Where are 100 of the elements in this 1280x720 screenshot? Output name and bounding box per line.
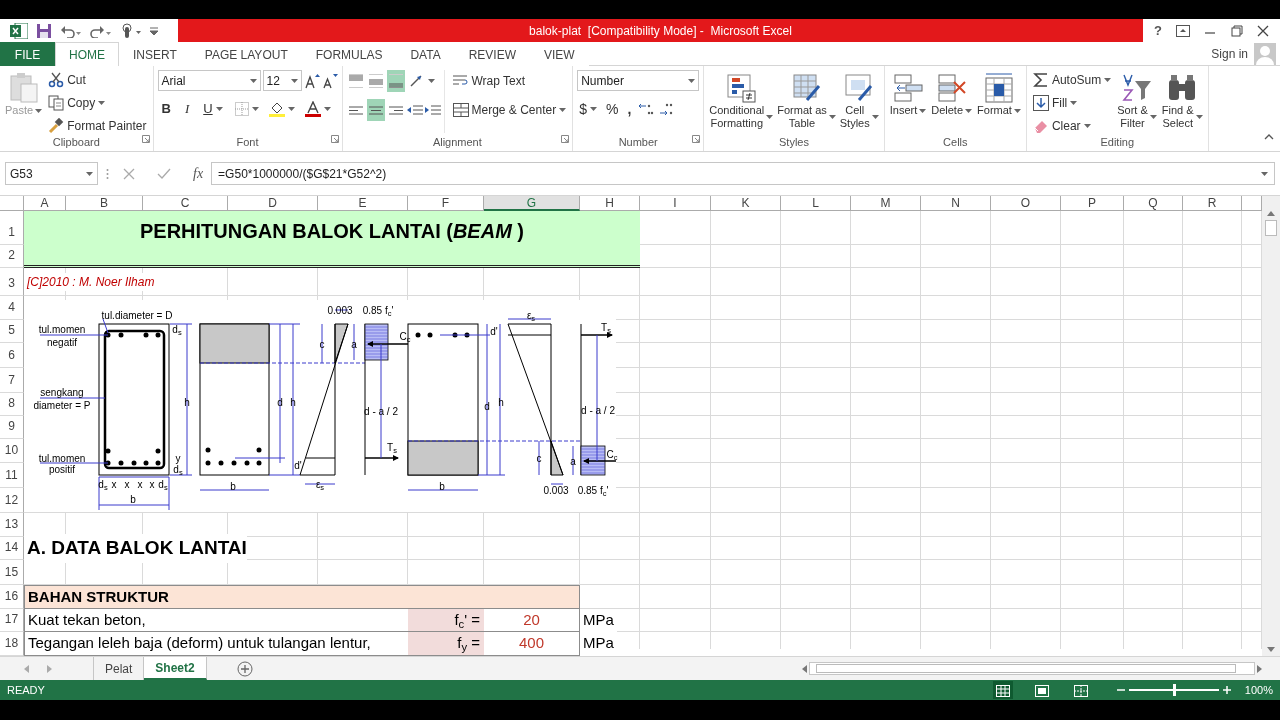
cells-button[interactable]: Delete bbox=[930, 70, 974, 133]
number-format-button[interactable]: $ bbox=[577, 98, 599, 120]
redo-icon[interactable] bbox=[90, 23, 112, 38]
dialog-launcher-icon[interactable] bbox=[141, 134, 150, 143]
font-name-dropdown[interactable]: Arial bbox=[157, 70, 261, 91]
row-header[interactable]: 1 bbox=[0, 211, 24, 245]
column-header[interactable]: G bbox=[484, 196, 580, 211]
column-header[interactable]: Q bbox=[1124, 196, 1183, 211]
shrink-font-icon[interactable] bbox=[321, 72, 338, 89]
row-header[interactable]: 17 bbox=[0, 609, 24, 632]
clipboard-command[interactable]: Copy bbox=[46, 93, 149, 113]
column-header[interactable]: K bbox=[711, 196, 781, 211]
insert-function-button[interactable]: fx bbox=[193, 163, 204, 184]
column-header[interactable]: M bbox=[851, 196, 921, 211]
ribbon-tab[interactable]: HOME bbox=[55, 42, 119, 66]
dialog-launcher-icon[interactable] bbox=[692, 134, 701, 143]
editing-command[interactable]: Clear bbox=[1030, 116, 1114, 136]
row-header[interactable]: 9 bbox=[0, 416, 24, 439]
row-header[interactable]: 13 bbox=[0, 513, 24, 537]
cells-button[interactable]: Insert bbox=[888, 70, 928, 133]
scroll-up-icon[interactable] bbox=[1267, 211, 1275, 216]
zoom-level[interactable]: 100% bbox=[1244, 681, 1273, 699]
editing-command[interactable]: Fill bbox=[1030, 93, 1114, 113]
name-box[interactable]: G53 bbox=[5, 162, 98, 185]
collapse-ribbon-icon[interactable] bbox=[1264, 133, 1274, 140]
clipboard-command[interactable]: Cut bbox=[46, 70, 149, 90]
ribbon-tab[interactable]: FILE bbox=[0, 42, 55, 66]
styles-button[interactable]: Format as Table bbox=[776, 70, 837, 133]
column-header[interactable]: E bbox=[318, 196, 408, 211]
column-header[interactable]: R bbox=[1183, 196, 1242, 211]
wrap-text-button[interactable]: Wrap Text bbox=[450, 70, 569, 92]
editing-command[interactable]: AutoSum bbox=[1030, 70, 1114, 90]
save-icon[interactable] bbox=[36, 22, 52, 39]
column-header[interactable]: H bbox=[580, 196, 640, 211]
decrease-indent-icon[interactable] bbox=[406, 103, 423, 117]
number-format-button[interactable]: , bbox=[625, 98, 634, 120]
column-header[interactable]: O bbox=[991, 196, 1061, 211]
number-format-dropdown[interactable]: Number bbox=[577, 70, 700, 91]
column-header[interactable]: P bbox=[1061, 196, 1124, 211]
row-header[interactable]: 5 bbox=[0, 320, 24, 343]
row-header[interactable]: 7 bbox=[0, 368, 24, 393]
row-header[interactable]: 18 bbox=[0, 632, 24, 656]
sort-filter-button[interactable]: Sort & Filter bbox=[1116, 70, 1158, 133]
text-style-button[interactable]: B bbox=[157, 98, 175, 120]
column-header[interactable]: C bbox=[143, 196, 228, 211]
font-color-button[interactable] bbox=[302, 98, 333, 120]
styles-button[interactable]: Cell Styles bbox=[838, 70, 880, 133]
cells-button[interactable]: Format bbox=[976, 70, 1022, 133]
row-header[interactable]: 6 bbox=[0, 343, 24, 368]
row-header[interactable]: 15 bbox=[0, 560, 24, 585]
scroll-right-icon[interactable] bbox=[1257, 664, 1262, 673]
column-header[interactable]: L bbox=[781, 196, 851, 211]
text-style-button[interactable]: I bbox=[180, 98, 194, 120]
column-header[interactable]: D bbox=[228, 196, 318, 211]
formula-field[interactable]: =G50*1000000/($G$21*G52^2) bbox=[211, 162, 1275, 185]
close-icon[interactable] bbox=[1256, 24, 1269, 37]
row-header[interactable]: 4 bbox=[0, 296, 24, 320]
add-sheet-icon[interactable] bbox=[236, 660, 253, 677]
find-select-button[interactable]: Find & Select bbox=[1160, 70, 1204, 133]
styles-button[interactable]: Conditional Formatting bbox=[708, 70, 775, 133]
touch-mode-icon[interactable] bbox=[120, 22, 142, 39]
scroll-down-icon[interactable] bbox=[1267, 647, 1275, 652]
align-button[interactable] bbox=[386, 70, 405, 92]
scrollbar-thumb[interactable] bbox=[816, 664, 1236, 673]
row-header[interactable]: 3 bbox=[0, 268, 24, 296]
scrollbar-thumb[interactable] bbox=[1265, 220, 1277, 236]
number-format-button[interactable]: % bbox=[604, 98, 621, 120]
sign-in-link[interactable]: Sign in bbox=[1211, 44, 1248, 63]
align-button[interactable] bbox=[366, 99, 385, 121]
font-size-dropdown[interactable]: 12 bbox=[262, 70, 302, 91]
help-button[interactable]: ? bbox=[1154, 20, 1163, 41]
excel-logo-icon[interactable] bbox=[10, 22, 28, 39]
column-header[interactable]: N bbox=[921, 196, 991, 211]
merge-center-button[interactable]: Merge & Center bbox=[450, 99, 569, 121]
row-header[interactable]: 16 bbox=[0, 585, 24, 609]
clipboard-command[interactable]: Format Painter bbox=[46, 116, 149, 136]
restore-icon[interactable] bbox=[1230, 24, 1243, 37]
increase-indent-icon[interactable] bbox=[424, 103, 441, 117]
column-header[interactable]: A bbox=[24, 196, 66, 211]
row-header[interactable]: 11 bbox=[0, 463, 24, 488]
view-button[interactable] bbox=[992, 680, 1013, 700]
row-header[interactable]: 14 bbox=[0, 537, 24, 560]
column-header[interactable]: B bbox=[66, 196, 143, 211]
row-header[interactable]: 8 bbox=[0, 393, 24, 416]
text-style-button[interactable]: U bbox=[199, 98, 227, 120]
sheet-tab[interactable]: Sheet2 bbox=[144, 657, 207, 680]
zoom-in-icon[interactable] bbox=[1222, 686, 1231, 694]
dialog-launcher-icon[interactable] bbox=[561, 134, 570, 143]
dialog-launcher-icon[interactable] bbox=[330, 134, 339, 143]
row-header[interactable]: 10 bbox=[0, 439, 24, 463]
scroll-left-icon[interactable] bbox=[802, 664, 807, 673]
row-header[interactable]: 2 bbox=[0, 245, 24, 268]
customize-toolbar-icon[interactable] bbox=[150, 25, 158, 36]
column-header[interactable]: F bbox=[408, 196, 484, 211]
increase-decimal-icon[interactable] bbox=[638, 102, 655, 116]
grow-font-icon[interactable] bbox=[303, 72, 320, 89]
zoom-out-icon[interactable] bbox=[1116, 686, 1125, 694]
row-header[interactable]: 12 bbox=[0, 488, 24, 513]
ribbon-display-icon[interactable] bbox=[1176, 24, 1191, 37]
column-header[interactable]: I bbox=[640, 196, 711, 211]
